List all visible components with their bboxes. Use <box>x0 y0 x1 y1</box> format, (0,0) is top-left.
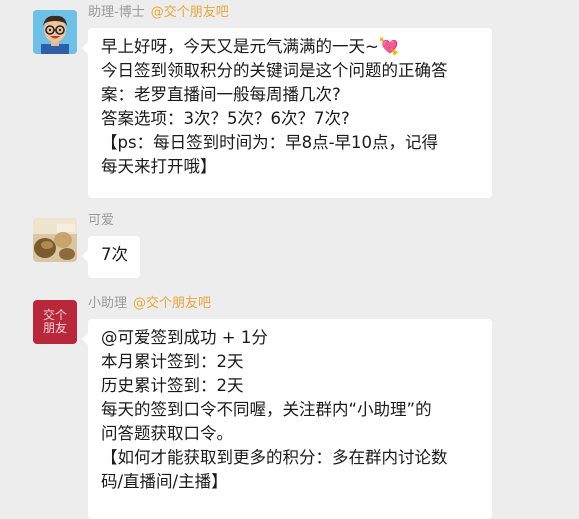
message-line: 码/直播间/主播】 <box>101 472 228 491</box>
message-line: 本月累计签到：2天 <box>101 352 244 371</box>
message-line: @可爱签到成功 + 1分 <box>101 328 268 347</box>
message-line: 【如何才能获取到更多的积分：多在群内讨论数 <box>101 448 448 467</box>
message-line: 问答题获取口令。 <box>101 424 233 443</box>
message-line: 每天的签到口令不同喔，关注群内“小助理”的 <box>101 400 432 419</box>
message-meta: 小助理 @交个朋友吧 <box>88 296 211 312</box>
brand-logo-icon: 交个朋友 <box>42 308 67 335</box>
chat-message: 交个朋友 小助理 @交个朋友吧 @可爱签到成功 + 1分 本月累计签到：2天 历史… <box>0 0 579 519</box>
sender-group-tag: @交个朋友吧 <box>133 296 212 311</box>
avatar[interactable]: 交个朋友 <box>33 300 77 344</box>
message-line: 历史累计签到：2天 <box>101 376 244 395</box>
message-bubble[interactable]: @可爱签到成功 + 1分 本月累计签到：2天 历史累计签到：2天 每天的签到口令… <box>82 319 492 519</box>
sender-name[interactable]: 小助理 <box>88 296 127 311</box>
